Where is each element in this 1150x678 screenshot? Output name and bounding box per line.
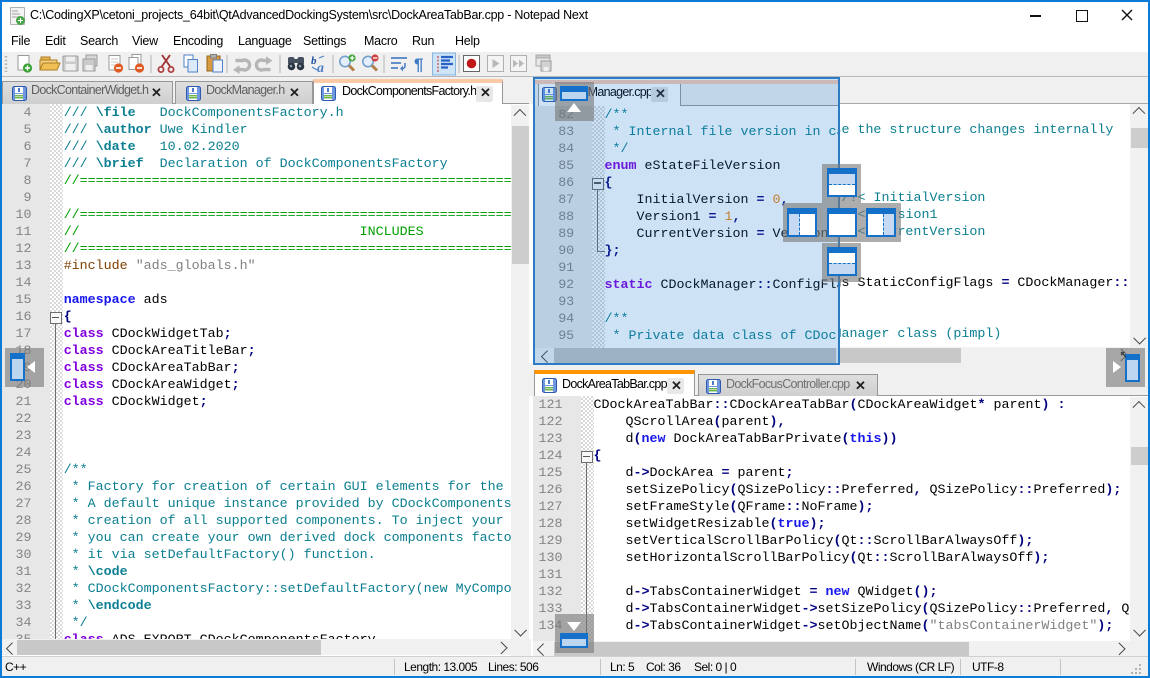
svg-text:a: a (317, 61, 324, 76)
svg-text:¶: ¶ (414, 55, 423, 74)
